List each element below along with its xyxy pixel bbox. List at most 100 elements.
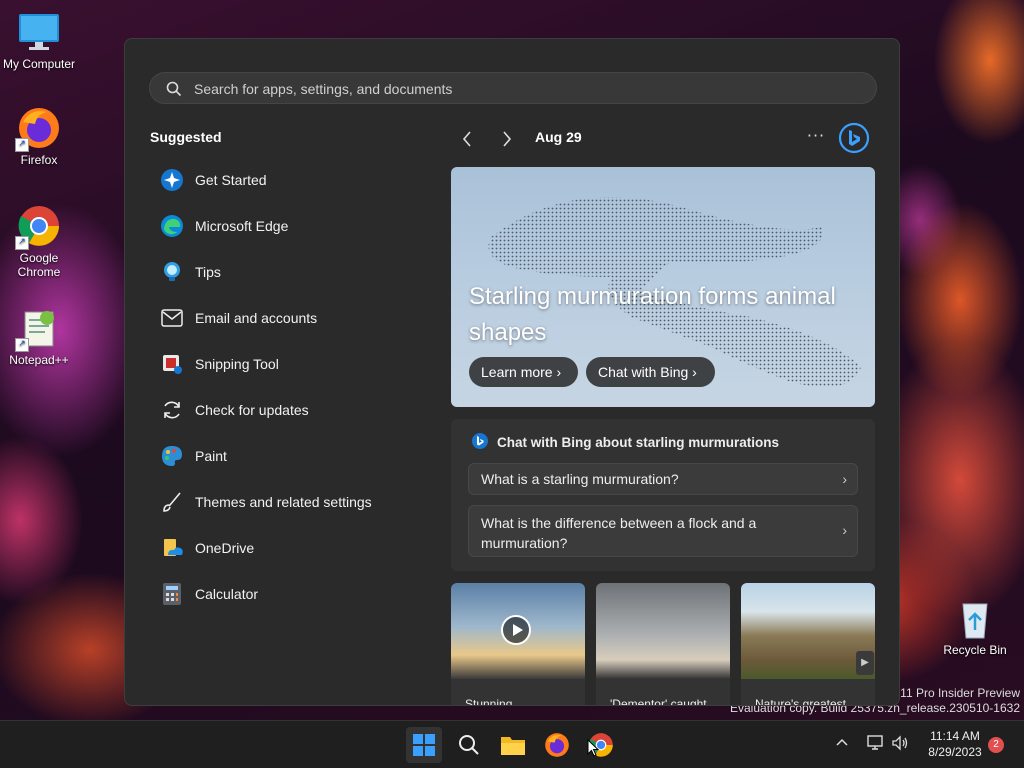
taskbar-start-button[interactable] [406, 727, 442, 763]
file-explorer-icon [501, 737, 525, 755]
search-icon [459, 735, 479, 755]
thumbnail-caption: 'Dementor' caught [610, 697, 707, 706]
edge-icon [159, 213, 185, 239]
suggested-item-email[interactable]: Email and accounts [151, 298, 401, 338]
news-next-button[interactable] [495, 127, 519, 151]
play-icon[interactable] [501, 615, 531, 645]
firefox-icon: ↗ [15, 106, 61, 152]
suggested-item-label: Microsoft Edge [195, 218, 289, 234]
search-input[interactable] [192, 73, 856, 105]
suggested-item-label: Calculator [195, 586, 259, 602]
mouse-cursor-icon [587, 739, 599, 757]
chrome-icon: ↗ [15, 204, 61, 250]
bing-question-button[interactable]: What is a starling murmuration? › [468, 463, 858, 495]
desktop-icon-label: Firefox [20, 153, 58, 167]
suggested-item-snipping-tool[interactable]: Snipping Tool [151, 344, 401, 384]
thumbnail-caption: Nature's greatest [755, 697, 847, 706]
question-text: What is a starling murmuration? [481, 471, 679, 487]
suggested-item-label: Snipping Tool [195, 356, 279, 372]
taskbar: 11:14 AM 8/29/2023 2 [0, 720, 1024, 768]
suggested-item-label: Email and accounts [195, 310, 318, 326]
news-date: Aug 29 [535, 129, 582, 145]
volume-icon[interactable] [891, 735, 909, 755]
taskbar-search-button[interactable] [451, 727, 487, 763]
recycle-bin-icon [953, 596, 997, 640]
mail-icon [159, 305, 185, 331]
start-icon [413, 734, 435, 756]
desktop-icon-my-computer[interactable]: My Computer [1, 10, 77, 71]
clock-time: 11:14 AM [930, 729, 980, 743]
thumbnail-image [741, 583, 875, 679]
more-options-button[interactable]: ··· [805, 127, 827, 149]
desktop-icon-label: Notepad++ [9, 353, 69, 367]
desktop-icon-chrome[interactable]: ↗ Google Chrome [1, 204, 77, 279]
paint-icon [159, 443, 185, 469]
suggested-item-onedrive[interactable]: OneDrive [151, 528, 401, 568]
chevron-right-icon: › [842, 471, 847, 487]
suggested-item-label: Tips [195, 264, 221, 280]
shortcut-arrow-icon: ↗ [15, 338, 29, 352]
hero-card[interactable]: Starling murmuration forms animal shapes… [451, 167, 875, 407]
start-menu: Suggested Get Started Microsoft Edge Tip… [124, 38, 900, 706]
thumbnail-caption: Stunning [465, 697, 513, 706]
clock-date: 8/29/2023 [928, 745, 982, 759]
desktop-icon-firefox[interactable]: ↗ Firefox [1, 106, 77, 167]
refresh-icon [159, 397, 185, 423]
news-thumbnail-card[interactable]: Nature's greatest [741, 583, 875, 706]
suggested-item-get-started[interactable]: Get Started [151, 160, 401, 200]
calculator-icon [159, 581, 185, 607]
thumbnail-scroll-right-button[interactable]: ▶ [856, 651, 874, 675]
show-hidden-icons-button[interactable] [836, 735, 848, 749]
tips-icon [159, 259, 185, 285]
suggested-item-themes[interactable]: Themes and related settings [151, 482, 401, 522]
suggested-item-calculator[interactable]: Calculator [151, 574, 401, 614]
chevron-left-icon [462, 131, 471, 147]
suggested-item-edge[interactable]: Microsoft Edge [151, 206, 401, 246]
news-thumbnail-card[interactable]: Stunning [451, 583, 585, 706]
suggested-item-paint[interactable]: Paint [151, 436, 401, 476]
search-icon [166, 81, 182, 97]
desktop-icon-label: Google Chrome [17, 251, 61, 279]
desktop-icon-label: My Computer [2, 57, 76, 71]
firefox-icon [545, 733, 569, 757]
desktop-icon-recycle-bin[interactable]: Recycle Bin [937, 596, 1013, 657]
suggested-item-updates[interactable]: Check for updates [151, 390, 401, 430]
bing-question-button[interactable]: What is the difference between a flock a… [468, 505, 858, 557]
shortcut-arrow-icon: ↗ [15, 236, 29, 250]
brush-icon [159, 489, 185, 515]
chevron-up-icon [836, 738, 848, 746]
chat-card-title: Chat with Bing about starling murmuratio… [497, 435, 780, 450]
start-search-box[interactable] [149, 72, 877, 105]
network-icon[interactable] [867, 735, 885, 755]
monitor-icon [17, 10, 61, 54]
snipping-tool-icon [159, 351, 185, 377]
shortcut-arrow-icon: ↗ [15, 138, 29, 152]
chevron-right-icon: › [842, 522, 847, 538]
suggested-item-label: OneDrive [195, 540, 255, 556]
suggested-item-label: Check for updates [195, 402, 309, 418]
suggested-item-tips[interactable]: Tips [151, 252, 401, 292]
hero-title: Starling murmuration forms animal shapes [469, 283, 836, 346]
suggested-item-label: Themes and related settings [195, 494, 372, 510]
learn-more-button[interactable]: Learn more › [469, 357, 578, 387]
question-text: What is the difference between a flock a… [481, 515, 757, 551]
thumbnail-image [596, 583, 730, 679]
bing-chat-icon[interactable] [838, 122, 870, 154]
taskbar-file-explorer-button[interactable] [495, 727, 531, 763]
news-prev-button[interactable] [455, 127, 479, 151]
chat-with-bing-button[interactable]: Chat with Bing › [586, 357, 715, 387]
desktop-icon-label: Recycle Bin [943, 643, 1007, 657]
suggested-item-label: Get Started [195, 172, 267, 188]
get-started-icon [159, 167, 185, 193]
desktop-icon-notepadpp[interactable]: ↗ Notepad++ [1, 306, 77, 367]
notepadpp-icon: ↗ [15, 306, 61, 352]
news-thumbnail-card[interactable]: 'Dementor' caught [596, 583, 730, 706]
bing-chat-card: Chat with Bing about starling murmuratio… [451, 419, 875, 571]
chevron-right-icon [503, 131, 512, 147]
clock[interactable]: 11:14 AM 8/29/2023 [920, 728, 990, 760]
suggested-heading: Suggested [150, 129, 222, 145]
notification-badge[interactable]: 2 [988, 737, 1004, 753]
bing-icon [472, 433, 488, 449]
suggested-item-label: Paint [195, 448, 227, 464]
taskbar-firefox-button[interactable] [539, 727, 575, 763]
